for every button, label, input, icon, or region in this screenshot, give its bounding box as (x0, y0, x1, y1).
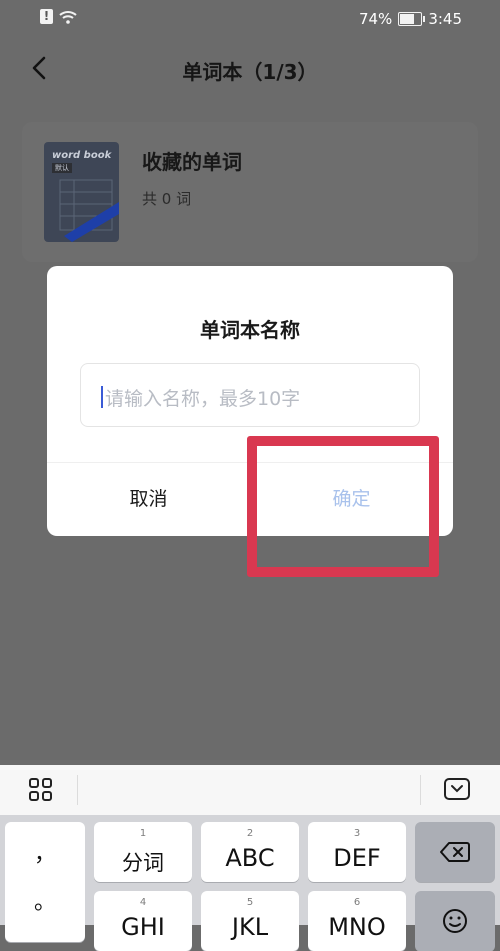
alert-icon: ! (40, 9, 53, 24)
key-4[interactable]: 4 GHI (94, 891, 192, 951)
key-number: 6 (353, 897, 361, 908)
emoji-key[interactable] (415, 891, 495, 951)
key-label: MNO (328, 913, 386, 941)
keyboard-collapse-icon (444, 778, 470, 800)
key-number: 2 (246, 828, 254, 839)
key-2[interactable]: 2 ABC (201, 822, 299, 882)
book-cover-art (59, 179, 119, 242)
book-name: 收藏的单词 (142, 150, 242, 174)
dialog-title: 单词本名称 (200, 318, 300, 342)
status-right: 74% 3:45 (359, 10, 462, 28)
key-5[interactable]: 5 JKL (201, 891, 299, 951)
key-label: ABC (225, 844, 275, 872)
cancel-button[interactable]: 取消 (47, 464, 250, 534)
key-number: 3 (353, 828, 361, 839)
backspace-icon (440, 842, 470, 862)
key-6[interactable]: 6 MNO (308, 891, 406, 951)
key-number: 4 (139, 897, 147, 908)
toolbar-separator (77, 775, 78, 805)
wordbook-card[interactable]: word book 默认 收藏的单词 共 0 词 (22, 122, 478, 262)
clock: 3:45 (428, 10, 462, 28)
grid-menu-button[interactable] (28, 777, 54, 807)
status-left: ! (40, 9, 77, 24)
book-word-count: 共 0 词 (142, 190, 192, 208)
key-number: 1 (139, 828, 147, 839)
text-caret (101, 386, 103, 408)
wifi-icon (59, 10, 77, 24)
battery-icon (398, 12, 426, 26)
symbol-key[interactable]: ， 。 (5, 822, 85, 942)
keyboard: ， 。 1 分词 2 ABC 3 DEF 4 GHI 5 JKL 6 MNO (0, 815, 500, 951)
key-label: GHI (121, 913, 165, 941)
key-1[interactable]: 1 分词 (94, 822, 192, 882)
symbol-comma: ， (33, 842, 56, 867)
key-number: 5 (246, 897, 254, 908)
emoji-icon (443, 909, 467, 933)
toolbar-separator (420, 775, 421, 805)
symbol-period: 。 (33, 890, 56, 915)
name-input-placeholder: 请输入名称，最多10字 (105, 388, 301, 410)
keyboard-toolbar (0, 765, 500, 815)
nav-bar: 单词本（1/3） (0, 40, 500, 98)
page-title: 单词本（1/3） (182, 60, 318, 84)
status-bar: ! 74% 3:45 (0, 0, 500, 38)
key-label: DEF (333, 844, 381, 872)
collapse-keyboard-button[interactable] (443, 777, 471, 805)
backspace-key[interactable] (415, 822, 495, 882)
battery-fill (400, 14, 415, 24)
highlight-box (247, 436, 439, 577)
book-cover: word book 默认 (44, 142, 119, 242)
grid-menu-icon (29, 778, 52, 801)
name-input[interactable]: 请输入名称，最多10字 (80, 363, 420, 427)
key-label: JKL (231, 913, 269, 941)
key-label: 分词 (122, 851, 164, 875)
battery-percent: 74% (358, 10, 393, 28)
key-3[interactable]: 3 DEF (308, 822, 406, 882)
